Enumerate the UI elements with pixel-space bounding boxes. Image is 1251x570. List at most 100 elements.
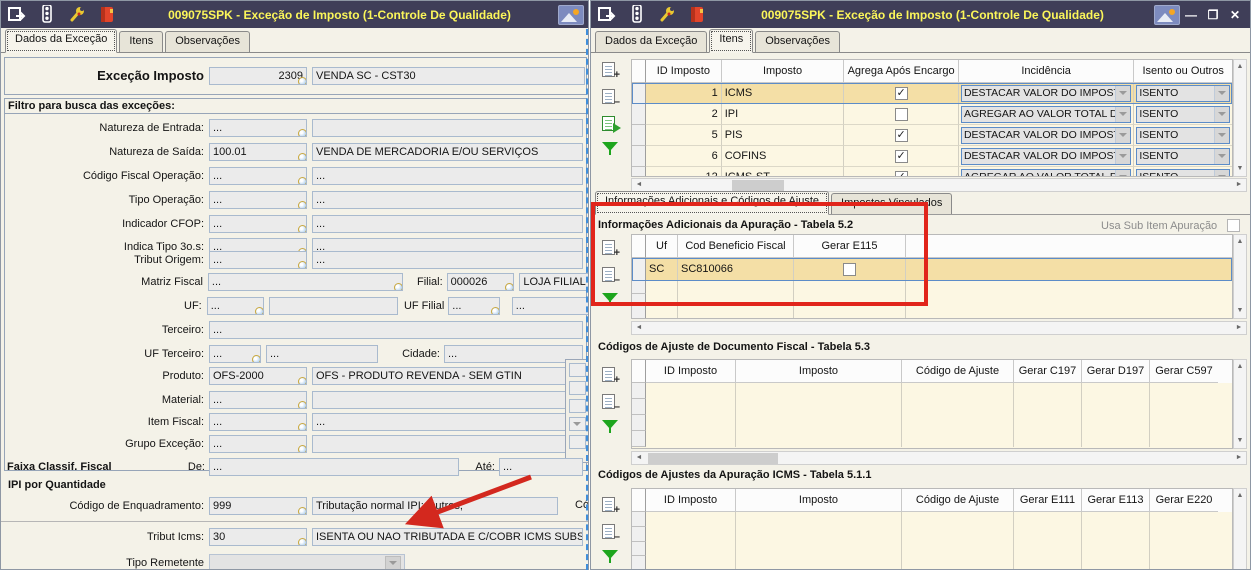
left-tab-itens[interactable]: Itens xyxy=(119,31,164,52)
table-row[interactable]: 5 PIS DESTACAR VALOR DO IMPOST ISENTO xyxy=(632,125,1232,146)
remove-row-icon[interactable]: – xyxy=(601,266,620,286)
col-header[interactable]: Gerar D197 xyxy=(1082,360,1150,383)
wrench-icon[interactable] xyxy=(655,4,679,25)
right-tab-itens[interactable]: Itens xyxy=(709,29,754,53)
export-rows-icon[interactable] xyxy=(601,115,621,133)
traffic-light-icon[interactable] xyxy=(625,4,649,25)
uf-desc-field[interactable] xyxy=(269,296,398,315)
tabela53-vertical-scrollbar[interactable] xyxy=(1233,359,1247,449)
desc-field[interactable]: ... xyxy=(312,190,583,209)
uf-code-field[interactable]: ... xyxy=(206,296,265,315)
side-button[interactable] xyxy=(568,399,586,413)
desc-field[interactable]: ... xyxy=(312,250,583,269)
maximize-button[interactable]: ❐ xyxy=(1202,8,1224,22)
isento-dropdown[interactable]: ISENTO xyxy=(1136,147,1230,165)
faixa-de-field[interactable]: ... xyxy=(209,457,459,476)
col-header[interactable]: Cod Beneficio Fiscal xyxy=(678,235,794,258)
add-row-icon[interactable]: + xyxy=(601,61,620,81)
remove-row-icon[interactable]: – xyxy=(601,393,620,413)
gerar-e115-checkbox[interactable] xyxy=(843,262,856,276)
tabela52-horizontal-scrollbar[interactable] xyxy=(631,321,1247,335)
close-button[interactable]: ✕ xyxy=(1224,8,1246,22)
code-field[interactable]: ... xyxy=(209,214,307,233)
enquadramento-code-field[interactable]: 999 xyxy=(209,496,307,515)
table-row[interactable]: SC SC810066 xyxy=(632,258,1232,281)
col-header[interactable]: Imposto xyxy=(736,489,902,512)
wrench-icon[interactable] xyxy=(65,4,89,25)
tribut-icms-code-field[interactable]: 30 xyxy=(209,527,307,546)
col-header[interactable]: Gerar E113 xyxy=(1082,489,1150,512)
filial-desc-field[interactable]: LOJA FILIAL S xyxy=(519,272,588,291)
col-header[interactable]: Agrega Após Encargo xyxy=(844,60,959,83)
isento-dropdown[interactable]: ISENTO xyxy=(1136,84,1230,102)
right-tab-dados[interactable]: Dados da Exceção xyxy=(595,31,708,52)
tabela511-vertical-scrollbar[interactable] xyxy=(1233,488,1247,569)
left-tab-observacoes[interactable]: Observações xyxy=(165,31,251,52)
material-desc-field[interactable] xyxy=(312,390,567,409)
exception-name-field[interactable]: VENDA SC - CST30 xyxy=(312,66,585,85)
exception-code-field[interactable]: 2309 xyxy=(209,66,307,85)
incidencia-dropdown[interactable]: DESTACAR VALOR DO IMPOST xyxy=(960,84,1132,102)
produto-code-field[interactable]: OFS-2000 xyxy=(209,366,307,385)
left-tab-dados[interactable]: Dados da Exceção xyxy=(5,29,118,53)
item-fiscal-desc-field[interactable]: ... xyxy=(312,412,567,431)
tabela53-horizontal-scrollbar[interactable] xyxy=(631,451,1247,465)
code-field[interactable]: ... xyxy=(209,118,307,137)
notebook-icon[interactable] xyxy=(95,4,119,25)
faixa-ate-field[interactable]: ... xyxy=(499,457,583,476)
cidade-field[interactable]: ... xyxy=(444,344,583,363)
desc-field[interactable] xyxy=(312,118,583,137)
itens-vertical-scrollbar[interactable] xyxy=(1233,59,1247,177)
isento-dropdown[interactable]: ISENTO xyxy=(1136,168,1230,176)
matriz-field[interactable]: ... xyxy=(207,272,403,291)
table-row[interactable]: 6 COFINS DESTACAR VALOR DO IMPOST ISENTO xyxy=(632,146,1232,167)
col-header[interactable]: Gerar E115 xyxy=(794,235,906,258)
agrega-checkbox[interactable] xyxy=(894,107,908,121)
side-button[interactable] xyxy=(568,363,586,377)
col-header[interactable]: Imposto xyxy=(721,60,845,83)
code-field[interactable]: ... xyxy=(209,166,307,185)
desc-field[interactable]: ... xyxy=(312,214,583,233)
col-header[interactable]: Código de Ajuste xyxy=(902,360,1014,383)
col-header[interactable]: ID Imposto xyxy=(646,489,736,512)
desc-field[interactable]: VENDA DE MERCADORIA E/OU SERVIÇOS xyxy=(312,142,583,161)
remove-row-icon[interactable]: – xyxy=(601,523,620,543)
subtab-informacoes[interactable]: Informações Adicionais e Códigos de Ajus… xyxy=(595,191,830,215)
incidencia-dropdown[interactable]: DESTACAR VALOR DO IMPOST xyxy=(960,147,1132,165)
tribut-icms-desc-field[interactable]: ISENTA OU NAO TRIBUTADA E C/COBR ICMS SU… xyxy=(312,527,583,546)
usa-sub-item-checkbox[interactable] xyxy=(1227,219,1240,232)
filial-code-field[interactable]: 000026 xyxy=(446,272,515,291)
table-row[interactable]: 12 ICMS-ST AGREGAR AO VALOR TOTAL D ISEN… xyxy=(632,167,1232,176)
minimize-button[interactable]: — xyxy=(1180,8,1202,22)
notebook-icon[interactable] xyxy=(685,4,709,25)
col-header[interactable]: Imposto xyxy=(736,360,902,383)
picture-button[interactable] xyxy=(558,4,584,25)
code-field[interactable]: ... xyxy=(209,250,307,269)
remove-row-icon[interactable]: – xyxy=(601,88,620,108)
produto-desc-field[interactable]: OFS - PRODUTO REVENDA - SEM GTIN xyxy=(312,366,567,385)
export-window-icon[interactable] xyxy=(5,4,29,25)
uf-filial-desc-field[interactable]: ... xyxy=(511,296,588,315)
add-row-icon[interactable]: + xyxy=(601,239,620,259)
incidencia-dropdown[interactable]: AGREGAR AO VALOR TOTAL D xyxy=(960,168,1132,176)
add-row-icon[interactable]: + xyxy=(601,496,620,516)
itens-horizontal-scrollbar[interactable] xyxy=(631,178,1247,192)
item-fiscal-code-field[interactable]: ... xyxy=(209,412,307,431)
col-header[interactable]: ID Imposto xyxy=(646,360,736,383)
col-header[interactable]: Gerar C597 xyxy=(1150,360,1218,383)
filter-funnel-icon[interactable] xyxy=(602,420,618,434)
col-header[interactable]: Gerar C197 xyxy=(1014,360,1082,383)
col-header[interactable]: Isento ou Outros xyxy=(1134,60,1232,83)
traffic-light-icon[interactable] xyxy=(35,4,59,25)
col-header[interactable]: Gerar E111 xyxy=(1014,489,1082,512)
col-header[interactable]: Incidência xyxy=(958,60,1135,83)
desc-field[interactable]: ... xyxy=(312,166,583,185)
agrega-checkbox[interactable] xyxy=(894,149,908,163)
filter-funnel-icon[interactable] xyxy=(602,550,618,564)
tipo-remetente-dropdown[interactable] xyxy=(209,553,405,569)
side-button[interactable] xyxy=(568,435,586,449)
picture-button[interactable] xyxy=(1154,4,1180,25)
code-field[interactable]: ... xyxy=(209,190,307,209)
filter-funnel-icon[interactable] xyxy=(602,142,618,156)
grupo-excecao-code-field[interactable]: ... xyxy=(209,434,307,453)
